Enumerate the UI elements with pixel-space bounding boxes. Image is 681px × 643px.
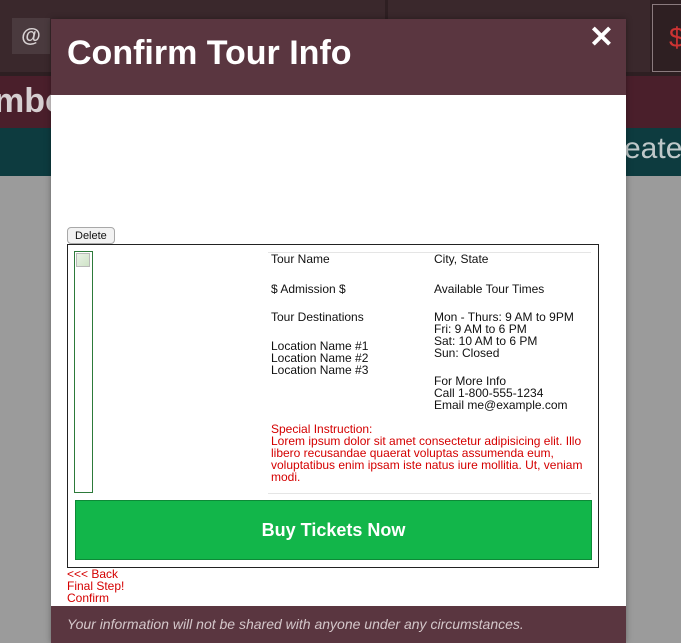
destinations-label: Tour Destinations — [271, 310, 364, 324]
admission: $ Admission $ — [271, 282, 346, 296]
divider — [268, 493, 591, 494]
tour-times-label: Available Tour Times — [434, 282, 545, 296]
tour-card: Tour Name City, State $ Admission $ Avai… — [67, 244, 599, 568]
location-item: Location Name #3 — [271, 363, 369, 377]
tour-time-item: Sun: Closed — [434, 346, 500, 360]
buy-tickets-button[interactable]: Buy Tickets Now — [75, 500, 592, 560]
confirm-tour-modal: Confirm Tour Info ✕ Delete Tour Name Cit… — [51, 19, 626, 643]
broken-image-icon — [76, 253, 90, 267]
privacy-footer: Your information will not be shared with… — [51, 606, 626, 643]
modal-title: Confirm Tour Info — [67, 34, 352, 72]
special-instruction-text: Lorem ipsum dolor sit amet consectetur a… — [271, 434, 583, 484]
city-state: City, State — [434, 252, 489, 266]
step-links: <<< Back Final Step! Confirm — [67, 568, 124, 604]
at-icon: @ — [12, 18, 50, 54]
delete-button[interactable]: Delete — [67, 227, 115, 244]
modal-header: Confirm Tour Info ✕ — [51, 19, 626, 95]
confirm-link[interactable]: Confirm — [67, 592, 124, 604]
email: Email me@example.com — [434, 398, 568, 412]
tour-image — [74, 251, 93, 493]
close-icon[interactable]: ✕ — [589, 23, 614, 53]
background-band-text: eate — [624, 132, 681, 165]
special-instruction: Special Instruction: Lorem ipsum dolor s… — [271, 423, 589, 483]
tour-name: Tour Name — [271, 252, 330, 266]
dollar-icon: $ — [652, 4, 681, 72]
